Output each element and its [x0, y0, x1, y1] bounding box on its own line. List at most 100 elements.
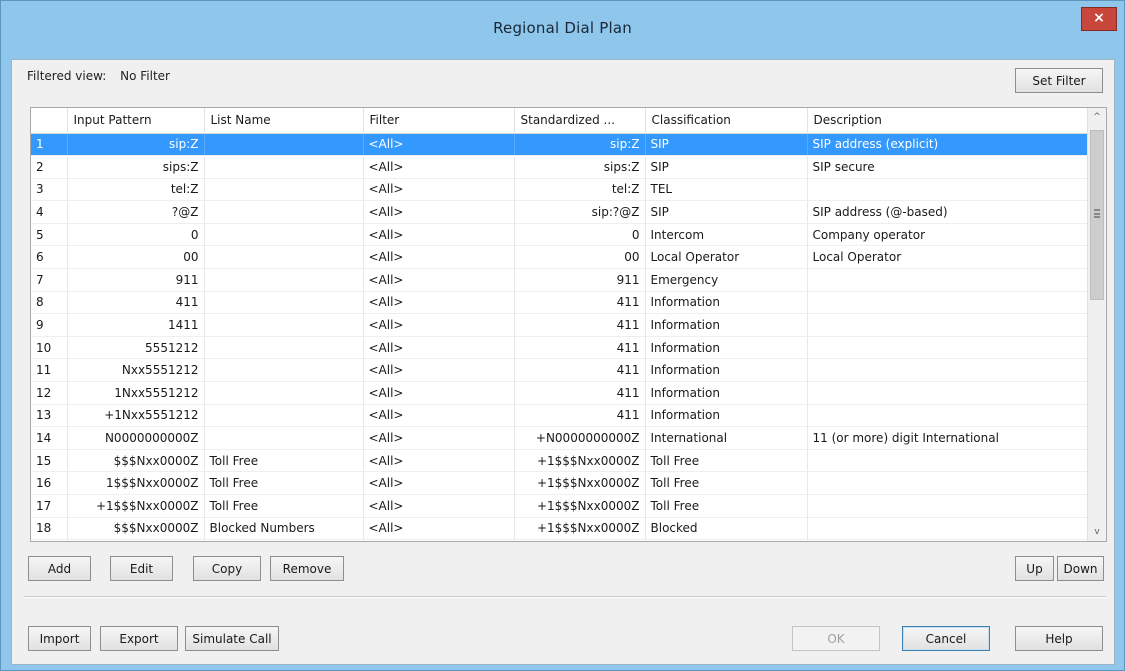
table-row[interactable]: 14 N0000000000Z <All> +N0000000000Z Internat…: [31, 426, 1089, 450]
input-pattern-cell: tel:Z: [67, 178, 205, 202]
edit-button[interactable]: Edit: [110, 556, 173, 581]
filter-cell: <All>: [363, 381, 515, 405]
list-name-header[interactable]: List Name: [204, 108, 364, 134]
scroll-down-icon[interactable]: v: [1088, 523, 1106, 541]
standardized-cell: sip:Z: [514, 133, 646, 157]
classification-cell: Local Operator: [645, 245, 808, 270]
list-name-cell: [204, 268, 364, 292]
filter-status: Filtered view: No Filter: [27, 69, 180, 83]
list-name-cell: [204, 426, 364, 450]
filter-cell: <All>: [363, 291, 515, 315]
classification-cell: Information: [645, 404, 808, 428]
classification-header[interactable]: Classification: [645, 108, 808, 134]
standardized-cell: 411: [514, 358, 646, 383]
list-name-cell: [204, 381, 364, 405]
table-row[interactable]: 3 tel:Z <All> tel:Z TEL: [31, 178, 1089, 202]
table-row[interactable]: 1 sip:Z <All> sip:Z SIP SIP address (explicit…: [31, 133, 1089, 157]
scroll-thumb[interactable]: [1090, 130, 1104, 300]
table-row[interactable]: 18 $$$Nxx0000Z Blocked Numbers <All> +1$$$Nx…: [31, 517, 1089, 541]
close-icon[interactable]: ×: [1081, 7, 1117, 31]
set-filter-button[interactable]: Set Filter: [1015, 68, 1103, 93]
list-name-cell: [204, 200, 364, 224]
table-row[interactable]: 2 sips:Z <All> sips:Z SIP SIP secure: [31, 155, 1089, 179]
divider: [24, 596, 1106, 598]
filter-cell: <All>: [363, 245, 515, 270]
list-name-cell: [204, 155, 364, 179]
filter-cell: <All>: [363, 313, 515, 337]
table-row[interactable]: 13 +1Nxx5551212 <All> 411 Information: [31, 404, 1089, 428]
grip-icon: [1094, 209, 1100, 218]
filter-header[interactable]: Filter: [363, 108, 515, 134]
list-name-cell: Toll Free: [204, 449, 364, 473]
filter-cell: <All>: [363, 200, 515, 224]
filter-cell: <All>: [363, 336, 515, 360]
list-name-cell: [204, 336, 364, 360]
ok-button[interactable]: OK: [792, 626, 880, 651]
dial-plan-table[interactable]: Input Pattern List Name Filter Standardized…: [30, 107, 1107, 542]
filter-cell: <All>: [363, 155, 515, 179]
table-row[interactable]: 16 1$$$Nxx0000Z Toll Free <All> +1$$$Nxx0000…: [31, 471, 1089, 495]
input-pattern-cell: 1411: [67, 313, 205, 337]
row-number-header[interactable]: [31, 108, 68, 134]
move-up-button[interactable]: Up: [1015, 556, 1054, 581]
table-row[interactable]: 5 0 <All> 0 Intercom Company operator: [31, 223, 1089, 247]
table-row[interactable]: 17 +1$$$Nxx0000Z Toll Free <All> +1$$$Nxx000…: [31, 494, 1089, 518]
classification-cell: TEL: [645, 178, 808, 202]
description-header[interactable]: Description: [807, 108, 1089, 134]
cancel-button[interactable]: Cancel: [902, 626, 990, 651]
row-number: 5: [31, 223, 68, 247]
filter-cell: <All>: [363, 133, 515, 157]
classification-cell: SIP: [645, 155, 808, 179]
description-cell: SIP secure: [807, 155, 1089, 179]
list-name-cell: [204, 245, 364, 270]
classification-cell: Blocked: [645, 517, 808, 541]
table-row[interactable]: 15 $$$Nxx0000Z Toll Free <All> +1$$$Nxx0000Z…: [31, 449, 1089, 473]
table-row[interactable]: 6 00 <All> 00 Local Operator Local Operator: [31, 245, 1089, 270]
vertical-scrollbar[interactable]: ^ v: [1087, 108, 1106, 541]
list-name-cell: [204, 133, 364, 157]
standardized-cell: 411: [514, 291, 646, 315]
table-row[interactable]: 4 ?@Z <All> sip:?@Z SIP SIP address (@-based): [31, 200, 1089, 224]
filter-cell: <All>: [363, 517, 515, 541]
description-cell: Local Operator: [807, 245, 1089, 270]
row-number: 6: [31, 245, 68, 270]
table-row[interactable]: 10 5551212 <All> 411 Information: [31, 336, 1089, 360]
standardized-cell: +1$$$Nxx0000Z: [514, 517, 646, 541]
simulate-call-button[interactable]: Simulate Call: [185, 626, 279, 651]
table-row[interactable]: 9 1411 <All> 411 Information: [31, 313, 1089, 337]
list-name-cell: [204, 291, 364, 315]
description-cell: SIP address (explicit): [807, 133, 1089, 157]
filtered-view-label: Filtered view:: [27, 69, 107, 83]
copy-button[interactable]: Copy: [193, 556, 261, 581]
classification-cell: Intercom: [645, 223, 808, 247]
input-pattern-cell: 1Nxx5551212: [67, 381, 205, 405]
standardized-cell: 0: [514, 223, 646, 247]
title-bar[interactable]: Regional Dial Plan ×: [1, 1, 1124, 59]
classification-cell: Information: [645, 336, 808, 360]
classification-cell: Information: [645, 313, 808, 337]
classification-cell: Toll Free: [645, 494, 808, 518]
scroll-up-icon[interactable]: ^: [1088, 108, 1106, 126]
table-row[interactable]: 8 411 <All> 411 Information: [31, 291, 1089, 315]
export-button[interactable]: Export: [100, 626, 178, 651]
table-row[interactable]: 12 1Nxx5551212 <All> 411 Information: [31, 381, 1089, 405]
table-row[interactable]: 11 Nxx5551212 <All> 411 Information: [31, 358, 1089, 383]
add-button[interactable]: Add: [28, 556, 91, 581]
filter-cell: <All>: [363, 449, 515, 473]
list-name-cell: [204, 404, 364, 428]
standardized-header[interactable]: Standardized ...: [514, 108, 646, 134]
help-button[interactable]: Help: [1015, 626, 1103, 651]
list-name-cell: [204, 178, 364, 202]
description-cell: [807, 381, 1089, 405]
classification-cell: SIP: [645, 200, 808, 224]
description-cell: [807, 358, 1089, 383]
row-number: 7: [31, 268, 68, 292]
move-down-button[interactable]: Down: [1057, 556, 1104, 581]
import-button[interactable]: Import: [28, 626, 91, 651]
input-pattern-header[interactable]: Input Pattern: [67, 108, 205, 134]
row-number: 17: [31, 494, 68, 518]
remove-button[interactable]: Remove: [270, 556, 344, 581]
row-number: 14: [31, 426, 68, 450]
table-row[interactable]: 7 911 <All> 911 Emergency: [31, 268, 1089, 292]
classification-cell: Information: [645, 291, 808, 315]
